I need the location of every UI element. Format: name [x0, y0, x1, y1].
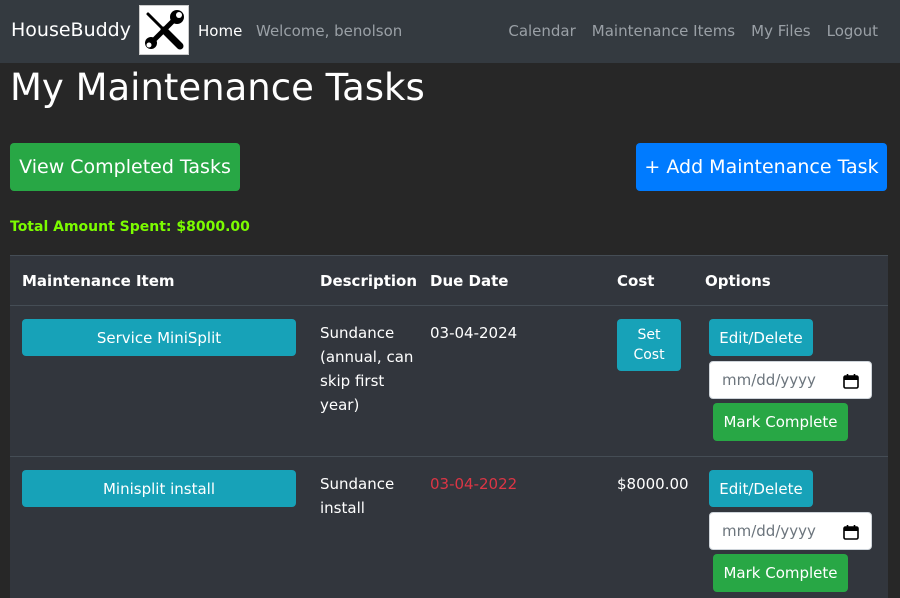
welcome-text: Welcome, benolson	[256, 22, 403, 40]
tools-icon[interactable]	[139, 5, 189, 55]
nav-maintenance-items-link[interactable]: Maintenance Items	[592, 22, 735, 40]
task-due-date: 03-04-2024	[430, 324, 518, 342]
nav-right-links: Calendar Maintenance Items My Files Logo…	[508, 22, 878, 40]
completion-date-input[interactable]: mm/dd/yyyy	[709, 512, 872, 550]
maintenance-item-button[interactable]: Minisplit install	[22, 470, 296, 507]
completion-date-input[interactable]: mm/dd/yyyy	[709, 361, 872, 399]
set-cost-label-line2: Cost	[633, 347, 665, 363]
nav-home-link[interactable]: Home	[198, 22, 242, 40]
nav-calendar-link[interactable]: Calendar	[508, 22, 575, 40]
header-maintenance-item: Maintenance Item	[22, 272, 175, 290]
brand-link[interactable]: HouseBuddy	[11, 19, 131, 41]
tasks-table: Maintenance Item Description Due Date Co…	[10, 255, 888, 598]
table-row: Minisplit install Sundance install 03-04…	[10, 457, 888, 598]
header-due-date: Due Date	[430, 272, 509, 290]
mark-complete-button[interactable]: Mark Complete	[713, 403, 848, 441]
date-placeholder: mm/dd/yyyy	[722, 371, 816, 389]
view-completed-tasks-button[interactable]: View Completed Tasks	[10, 143, 240, 191]
total-amount-spent: Total Amount Spent: $8000.00	[10, 219, 250, 235]
nav-my-files-link[interactable]: My Files	[751, 22, 811, 40]
task-due-date-overdue: 03-04-2022	[430, 475, 518, 493]
date-placeholder: mm/dd/yyyy	[722, 522, 816, 540]
header-options: Options	[705, 272, 771, 290]
calendar-icon[interactable]	[843, 373, 859, 389]
task-description: Sundance install	[320, 475, 395, 517]
table-row: Service MiniSplit Sundance (annual, can …	[10, 306, 888, 456]
page-title: My Maintenance Tasks	[10, 66, 425, 109]
task-description: Sundance (annual, can skip first year)	[320, 324, 414, 414]
calendar-icon[interactable]	[843, 524, 859, 540]
edit-delete-button[interactable]: Edit/Delete	[709, 470, 813, 507]
nav-logout-link[interactable]: Logout	[827, 22, 878, 40]
header-description: Description	[320, 272, 418, 290]
set-cost-label-line1: Set	[637, 327, 661, 343]
mark-complete-button[interactable]: Mark Complete	[713, 554, 848, 592]
header-cost: Cost	[617, 272, 655, 290]
navbar: HouseBuddy Home Welcome, benolson Calend…	[0, 0, 900, 63]
set-cost-button[interactable]: Set Cost	[617, 319, 681, 371]
edit-delete-button[interactable]: Edit/Delete	[709, 319, 813, 356]
maintenance-item-button[interactable]: Service MiniSplit	[22, 319, 296, 356]
add-maintenance-task-button[interactable]: + Add Maintenance Task	[636, 143, 887, 191]
task-cost: $8000.00	[617, 475, 689, 493]
